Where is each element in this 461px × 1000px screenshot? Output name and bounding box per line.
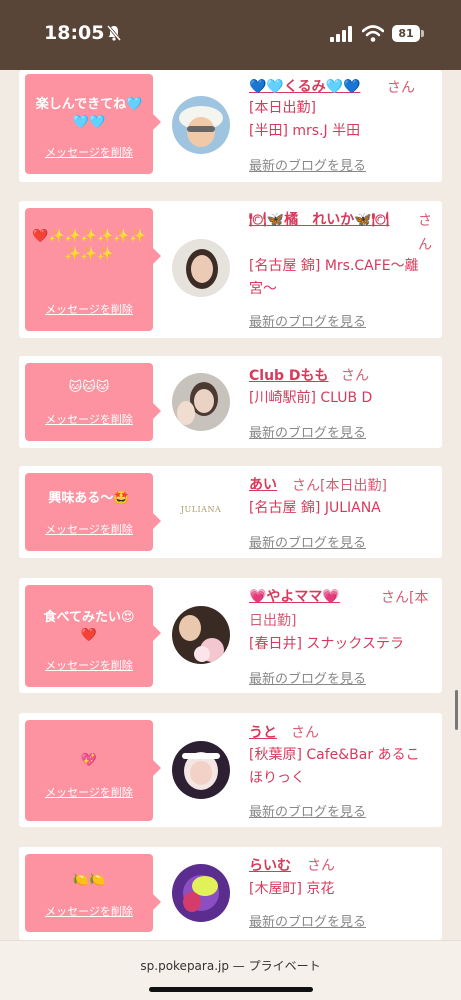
message-bubble: 🐱🐱🐱 メッセージを削除 [25,363,161,441]
message-text: 楽しんできてね🩵🩵🩵 [35,97,143,130]
san-label: さん [307,858,335,874]
message-card: 🍋🍋 メッセージを削除 らいむ さん [木屋町] 京花 最新のブログを見る [19,847,442,940]
signal-icon [330,26,352,42]
message-text: 興味ある〜🤩 [48,491,130,506]
message-text: ❤️✨✨✨✨✨✨✨✨✨ [32,229,146,262]
message-bubble: 🍋🍋 メッセージを削除 [25,854,161,932]
avatar-logo-text: JULIANA [180,505,222,514]
message-card: 🐱🐱🐱 メッセージを削除 Club Dもも さん [川崎駅前] CLUB D 最… [19,356,442,448]
delete-message-link[interactable]: メッセージを削除 [25,521,153,537]
blog-link[interactable]: 最新のブログを見る [249,911,366,930]
battery-icon: 81 [392,25,420,42]
shop-line: [半田] mrs.J 半田 [249,123,361,139]
shop-line: [本日出勤] [249,100,316,116]
message-feed[interactable]: 楽しんできてね🩵🩵🩵 メッセージを削除 💙🩵くるみ🩵💙 さん [本日出勤] [半… [0,70,461,940]
blog-link[interactable]: 最新のブログを見る [249,668,366,687]
blog-link[interactable]: 最新のブログを見る [249,801,366,820]
cast-name-text: らいむ [249,858,291,874]
delete-message-link[interactable]: メッセージを削除 [25,411,153,427]
blog-link[interactable]: 最新のブログを見る [249,532,366,551]
cast-name-link[interactable]: あい [249,474,277,494]
message-bubble: ❤️✨✨✨✨✨✨✨✨✨ メッセージを削除 [25,208,161,331]
home-indicator[interactable] [149,987,313,992]
san-label: さん [341,368,369,384]
cast-avatar[interactable]: JULIANA [172,483,230,541]
cast-name-text: うと [249,725,277,741]
shop-line: [秋葉原] Cafe&Bar あるこほりっく [249,747,420,786]
cast-name-text: あい [249,477,277,493]
cast-name-text: 🍽🦋橘 れいか🦋🍽 [249,212,390,228]
delete-message-link[interactable]: メッセージを削除 [25,144,153,160]
scrollbar[interactable] [455,690,458,730]
shop-line: [川崎駅前] CLUB D [249,390,373,406]
message-bubble: 食べてみたい😍❤️ メッセージを削除 [25,585,161,687]
delete-message-link[interactable]: メッセージを削除 [25,301,153,317]
status-time: 18:05 [44,22,105,44]
message-text: 💖 [80,753,98,768]
san-label: さん [387,80,415,96]
delete-message-link[interactable]: メッセージを削除 [25,784,153,800]
cast-avatar[interactable] [172,96,230,154]
cast-avatar[interactable] [172,373,230,431]
blog-link[interactable]: 最新のブログを見る [249,155,366,174]
cast-name-link[interactable]: 💙🩵くるみ🩵💙 [249,76,360,96]
browser-bottom-bar: sp.pokepara.jp — プライベート [0,940,461,1000]
san-label: さん [418,213,432,253]
delete-message-link[interactable]: メッセージを削除 [25,903,153,919]
cast-name-link[interactable]: 🍽🦋橘 れいか🦋🍽 [249,209,389,229]
cast-avatar[interactable] [172,741,230,799]
cast-avatar[interactable] [172,864,230,922]
wifi-icon [362,25,384,42]
shop-line: [春日井] スナックステラ [249,636,404,652]
cast-name-link[interactable]: うと [249,722,277,742]
message-text: 🍋🍋 [72,873,106,888]
message-bubble: 💖 メッセージを削除 [25,720,161,821]
shop-line: [名古屋 錦] Mrs.CAFE〜離宮〜 [249,258,419,297]
cast-name-text: Club Dもも [249,368,329,384]
delete-message-link[interactable]: メッセージを削除 [25,657,153,673]
cast-name-link[interactable]: らいむ [249,855,291,875]
status-bar: 18:05 81 [0,0,461,70]
message-text: 🐱🐱🐱 [68,380,110,395]
message-card: 興味ある〜🤩 メッセージを削除 JULIANA あい さん[本日出勤] [名古屋… [19,466,442,558]
message-bubble: 興味ある〜🤩 メッセージを削除 [25,473,161,551]
message-card: 💖 メッセージを削除 うと さん [秋葉原] Cafe&Bar あるこほりっく … [19,713,442,827]
san-label: さん [291,725,319,741]
message-bubble: 楽しんできてね🩵🩵🩵 メッセージを削除 [25,74,161,174]
san-label: さん[本日出勤] [292,478,387,494]
blog-link[interactable]: 最新のブログを見る [249,311,366,330]
message-card: ❤️✨✨✨✨✨✨✨✨✨ メッセージを削除 🍽🦋橘 れいか🦋🍽 さん [名古屋 錦… [19,201,442,338]
cast-avatar[interactable] [172,606,230,664]
battery-cap [421,30,424,37]
shop-line: [名古屋 錦] JULIANA [249,500,381,516]
cast-avatar[interactable] [172,239,230,297]
cast-name-link[interactable]: Club Dもも [249,365,329,385]
san-label: さん[本日出勤] [249,590,429,629]
url-bar[interactable]: sp.pokepara.jp — プライベート [0,957,461,974]
message-card: 楽しんできてね🩵🩵🩵 メッセージを削除 💙🩵くるみ🩵💙 さん [本日出勤] [半… [19,70,442,182]
shop-line: [木屋町] 京花 [249,881,335,897]
bell-muted-icon [106,25,122,41]
message-text: 食べてみたい😍❤️ [43,610,135,643]
cast-name-text: 💙🩵くるみ🩵💙 [249,79,361,95]
blog-link[interactable]: 最新のブログを見る [249,422,366,441]
message-card: 食べてみたい😍❤️ メッセージを削除 💗やよママ💗 さん[本日出勤] [春日井]… [19,578,442,693]
